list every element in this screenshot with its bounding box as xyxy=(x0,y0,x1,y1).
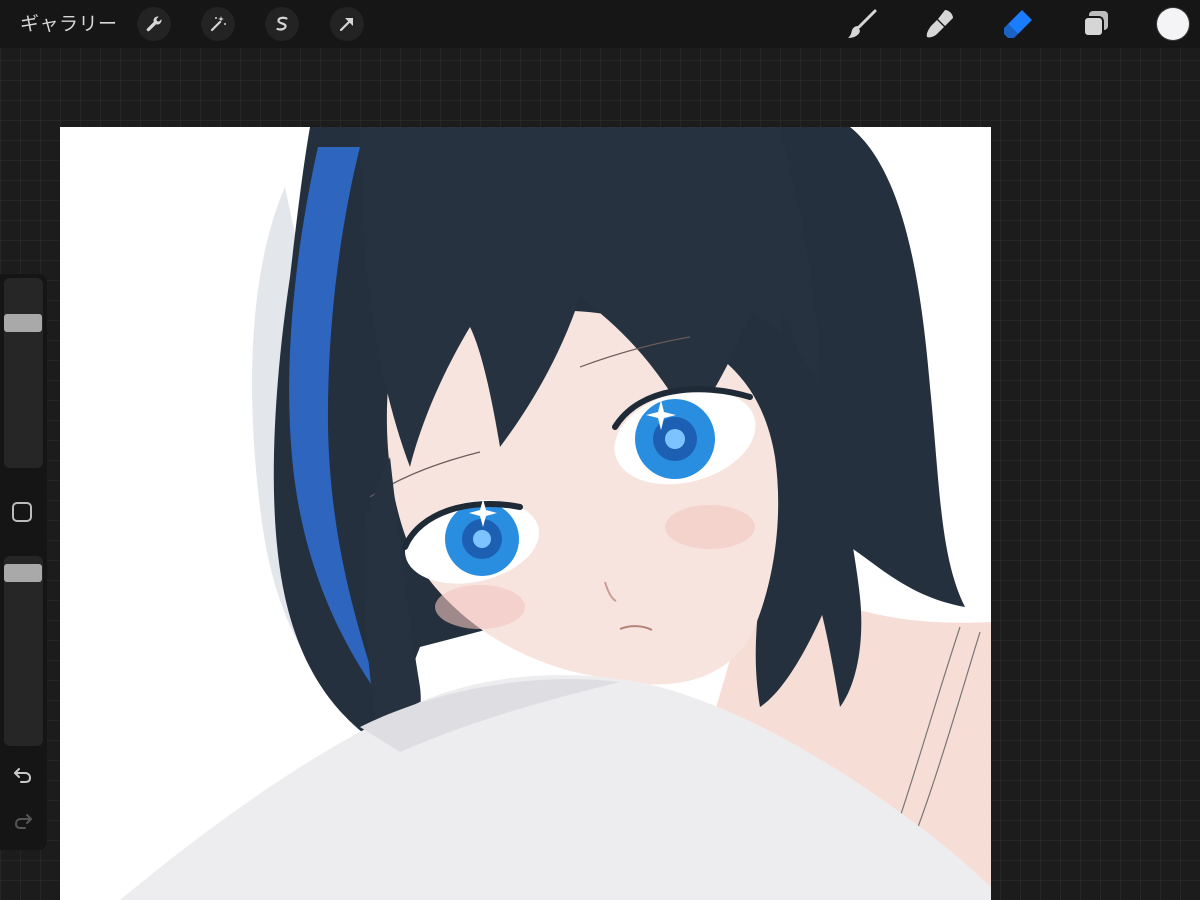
left-sidebar xyxy=(0,274,47,850)
actions-button[interactable] xyxy=(137,7,171,41)
brush-size-thumb[interactable] xyxy=(4,314,42,333)
opacity-slider[interactable] xyxy=(4,556,43,746)
drawing-canvas[interactable] xyxy=(60,127,991,900)
artwork xyxy=(120,127,991,900)
magic-wand-icon xyxy=(210,16,226,32)
gallery-button[interactable]: ギャラリー xyxy=(20,11,118,37)
top-toolbar: ギャラリー xyxy=(0,0,1200,48)
wrench-icon xyxy=(146,16,162,32)
selection-button[interactable] xyxy=(265,7,299,41)
redo-icon[interactable] xyxy=(12,810,34,832)
layers-icon xyxy=(1083,11,1108,37)
smudge-icon xyxy=(926,10,953,38)
modify-button[interactable] xyxy=(12,502,32,522)
blush-right xyxy=(665,505,755,549)
transform-button[interactable] xyxy=(330,7,364,41)
arrow-cursor-icon xyxy=(339,18,353,32)
brush-button[interactable] xyxy=(844,6,880,42)
opacity-thumb[interactable] xyxy=(4,563,42,582)
layers-button[interactable] xyxy=(1078,6,1114,42)
eraser-button[interactable] xyxy=(1000,6,1036,42)
smudge-button[interactable] xyxy=(922,6,958,42)
blush-left xyxy=(435,585,525,629)
adjustments-button[interactable] xyxy=(201,7,235,41)
current-color-button[interactable] xyxy=(1157,8,1189,40)
brush-icon xyxy=(848,9,877,38)
brush-size-slider[interactable] xyxy=(4,278,43,468)
eraser-icon xyxy=(1004,10,1032,38)
undo-icon[interactable] xyxy=(12,764,34,786)
selection-s-icon xyxy=(276,16,288,31)
